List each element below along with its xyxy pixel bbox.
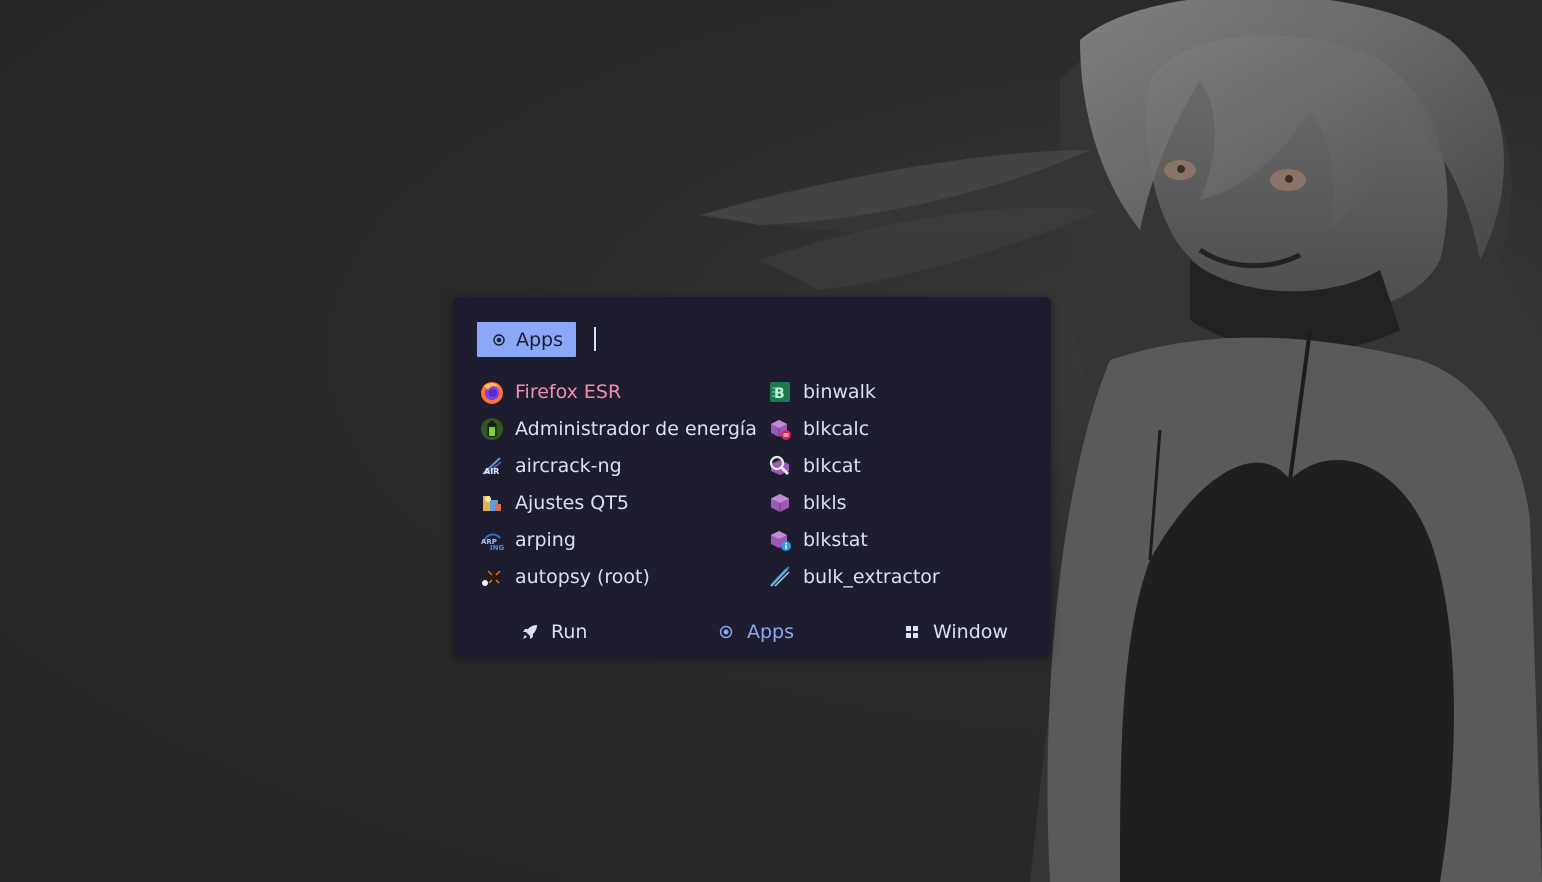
search-input[interactable] (593, 326, 1017, 354)
list-item-label: blkcalc (803, 418, 870, 440)
list-item-label: Administrador de energía (515, 418, 757, 440)
mode-button-label: Run (551, 621, 588, 643)
list-item-aircrack-ng[interactable]: AIR aircrack-ng (479, 449, 622, 483)
list-item-label: arping (515, 529, 576, 551)
mode-button-run[interactable]: Run (521, 615, 587, 649)
list-item-blkls[interactable]: blkls (767, 486, 847, 520)
apps-dot-icon (492, 333, 506, 347)
window-grid-icon (903, 623, 921, 641)
sleuthkit-info-icon (767, 527, 793, 553)
text-cursor (594, 327, 596, 351)
mode-button-apps[interactable]: Apps (717, 615, 794, 649)
mode-indicator: Apps (477, 322, 577, 357)
svg-text:ING: ING (490, 544, 504, 552)
list-item-ajustes-qt5[interactable]: Ajustes QT5 (479, 486, 629, 520)
mode-button-label: Window (933, 621, 1008, 643)
list-item-bulk-extractor[interactable]: bulk_extractor (767, 560, 940, 594)
mode-indicator-label: Apps (516, 328, 564, 351)
sleuthkit-cat-icon (767, 453, 793, 479)
list-item-arping[interactable]: ARP ING arping (479, 523, 576, 557)
list-item-blkcalc[interactable]: blkcalc (767, 412, 869, 446)
list-item-label: aircrack-ng (515, 455, 622, 477)
list-item-administrador-de-energia[interactable]: Administrador de energía (479, 412, 757, 446)
mode-switcher: Run Apps Window (453, 615, 1051, 649)
list-item-label: blkcat (803, 455, 861, 477)
list-item-label: blkstat (803, 529, 868, 551)
rocket-icon (521, 623, 539, 641)
autopsy-icon (479, 564, 505, 590)
sleuthkit-calc-icon (767, 416, 793, 442)
aircrack-icon: AIR (479, 453, 505, 479)
mode-button-label: Apps (747, 621, 795, 643)
list-item-firefox-esr[interactable]: Firefox ESR (479, 375, 621, 409)
list-item-label: bulk_extractor (803, 566, 940, 588)
list-item-label: Firefox ESR (515, 381, 622, 403)
list-item-autopsy-root[interactable]: autopsy (root) (479, 560, 650, 594)
arping-icon: ARP ING (479, 527, 505, 553)
app-launcher-window: Apps Firefox ESR Administrador de energí… (453, 297, 1051, 657)
sleuthkit-icon (767, 490, 793, 516)
binwalk-icon: B (767, 379, 793, 405)
list-item-blkstat[interactable]: blkstat (767, 523, 868, 557)
list-item-label: blkls (803, 492, 847, 514)
mode-button-window[interactable]: Window (903, 615, 1008, 649)
svg-text:AIR: AIR (484, 467, 499, 476)
list-item-blkcat[interactable]: blkcat (767, 449, 861, 483)
apps-dot-icon (717, 623, 735, 641)
list-item-label: autopsy (root) (515, 566, 650, 588)
firefox-icon (479, 379, 505, 405)
qt-settings-icon (479, 490, 505, 516)
battery-icon (479, 416, 505, 442)
list-item-binwalk[interactable]: B binwalk (767, 375, 876, 409)
list-item-label: Ajustes QT5 (515, 492, 629, 514)
bulk-extractor-icon (767, 564, 793, 590)
app-list: Firefox ESR Administrador de energía AIR… (477, 375, 1037, 600)
list-item-label: binwalk (803, 381, 876, 403)
desktop: Apps Firefox ESR Administrador de energí… (0, 0, 1542, 882)
